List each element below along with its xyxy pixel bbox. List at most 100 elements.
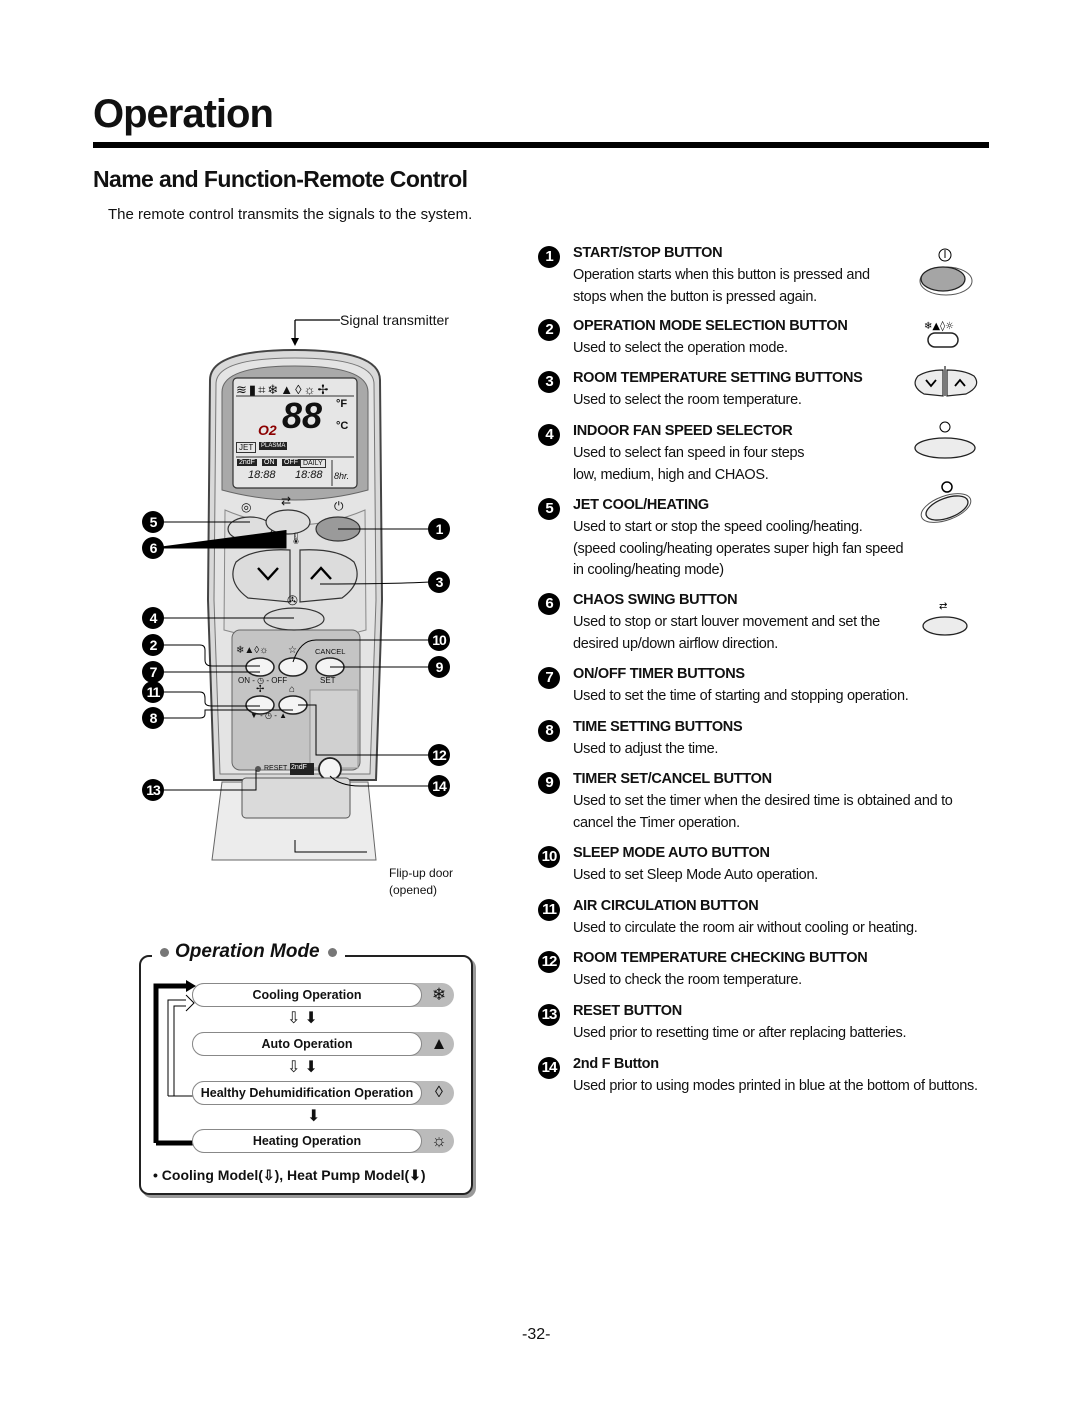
item-description: Used prior to using modes printed in blu… [573, 1078, 978, 1094]
item-description: Operation starts when this button is pre… [573, 267, 870, 305]
auto-icon: ▲ [430, 1034, 448, 1053]
lcd-plasma: PLASMA [259, 442, 288, 450]
lcd-unit-c: °C [336, 420, 349, 432]
callout-7: 7 [142, 661, 164, 683]
swing-icon: ⇄ [281, 494, 292, 508]
item-description: Used to set the time of starting and sto… [573, 688, 909, 704]
power-button-icon [919, 248, 973, 296]
callout-5: 5 [142, 511, 164, 533]
item-number: 11 [538, 899, 560, 921]
lcd-on-time: 18:88 [248, 469, 276, 481]
fan-speed-button[interactable] [264, 608, 324, 630]
room-temp-check-button[interactable] [279, 696, 307, 714]
lcd-on: ON [262, 459, 277, 466]
mode-selection-button[interactable] [246, 658, 274, 676]
lcd-jet: JET [236, 442, 257, 453]
item-number: 12 [538, 951, 560, 973]
item-number: 13 [538, 1004, 560, 1026]
callout-6: 6 [142, 537, 164, 559]
item-number: 2 [538, 319, 560, 341]
temp-down-button[interactable] [232, 550, 290, 602]
item-number: 4 [538, 424, 560, 446]
lcd-off-time: 18:88 [295, 469, 323, 481]
item-number: 1 [538, 246, 560, 268]
item-heading: SLEEP MODE AUTO BUTTON [573, 845, 770, 861]
item-description: Used to circulate the room air without c… [573, 920, 918, 936]
callout-11: 11 [142, 681, 164, 703]
mode-icons-label: ❄▲◊☼ [236, 645, 269, 656]
item-heading: ROOM TEMPERATURE CHECKING BUTTON [573, 950, 868, 966]
svg-text:⇄: ⇄ [939, 601, 947, 612]
item-description: Used to set the timer when the desired t… [573, 793, 953, 831]
reset-label: RESET [264, 765, 288, 772]
mode-auto: Auto Operation ▲ [192, 1032, 454, 1056]
item-description: Used to set Sleep Mode Auto operation. [573, 867, 818, 883]
page-title: Operation [93, 92, 274, 136]
timer-set-cancel-button[interactable] [316, 658, 344, 676]
swing-button-icon: ⇄ [922, 601, 968, 636]
item-heading: START/STOP BUTTON [573, 245, 723, 261]
callout-1: 1 [428, 518, 450, 540]
callout-13: 13 [142, 779, 164, 801]
item-number: 14 [538, 1057, 560, 1079]
item-description: Used to adjust the time. [573, 741, 719, 757]
bullet-icon [160, 948, 169, 957]
fan-button-icon [914, 421, 976, 459]
lcd-off: OFF [282, 459, 300, 466]
callout-14: 14 [428, 775, 450, 797]
item-number: 10 [538, 846, 560, 868]
battery-icon: ▮ [248, 382, 259, 397]
air-circulation-button[interactable] [246, 696, 274, 714]
air-purify-icon: ⌗ [258, 382, 268, 397]
item-heading: ON/OFF TIMER BUTTONS [573, 666, 745, 682]
lcd-temperature: 88 [282, 395, 323, 436]
mode-transition-arrows: ⇩⬇ [287, 1010, 322, 1027]
lcd-o2: O2 [258, 422, 277, 438]
set-label: SET [320, 676, 336, 685]
item-number: 3 [538, 371, 560, 393]
mode-dehumidification: Healthy Dehumidification Operation ◊ [192, 1081, 454, 1105]
item-description: Used to check the room temperature. [573, 972, 802, 988]
item-description: Used to select the room temperature. [573, 392, 802, 408]
mode-cycle-arrows [153, 980, 196, 1146]
jet-icon: ◎ [241, 500, 252, 514]
temp-up-down-icon [914, 366, 978, 397]
cancel-label: CANCEL [315, 647, 346, 656]
lcd-unit-f: °F [336, 398, 348, 410]
power-icon: ⏻ [334, 499, 344, 513]
sleep-icon: ☆ [288, 645, 297, 656]
item-heading: JET COOL/HEATING [573, 497, 709, 513]
signal-icon: ≋ [236, 382, 249, 397]
lcd-sleep-hours: 8hr. [334, 471, 350, 481]
start-stop-button[interactable] [316, 517, 360, 541]
item-heading: CHAOS SWING BUTTON [573, 592, 738, 608]
item-heading: 2nd F Button [573, 1056, 659, 1072]
droplet-icon: ◊ [435, 1084, 443, 1101]
item-number: 6 [538, 593, 560, 615]
chaos-swing-button[interactable] [266, 510, 310, 534]
air-circulation-icon: ✢ [256, 684, 265, 695]
section-title: Name and Function-Remote Control [93, 166, 468, 192]
mode-heating: Heating Operation ☼ [192, 1129, 454, 1153]
item-heading: AIR CIRCULATION BUTTON [573, 898, 759, 914]
item-number: 5 [538, 498, 560, 520]
temp-up-button[interactable] [300, 550, 358, 602]
flip-door-label: Flip-up door [389, 866, 454, 880]
item-heading: INDOOR FAN SPEED SELECTOR [573, 423, 793, 439]
reset-button[interactable] [254, 765, 262, 773]
sun-icon: ☼ [431, 1131, 447, 1150]
item-description: Used to select the operation mode. [573, 340, 788, 356]
callout-3: 3 [428, 571, 450, 593]
callout-8: 8 [142, 707, 164, 729]
page-number: -32- [522, 1326, 551, 1343]
item-description: Used to stop or start louver movement an… [573, 614, 880, 652]
item-number: 9 [538, 772, 560, 794]
operation-mode-title: Operation Mode [152, 941, 345, 963]
callout-4: 4 [142, 607, 164, 629]
sleep-mode-button[interactable] [279, 658, 307, 676]
second-f-button[interactable] [319, 758, 341, 780]
flip-door-label-2: (opened) [389, 883, 438, 897]
room-temp-icon: ⌂ [289, 684, 296, 695]
item-description: Used prior to resetting time or after re… [573, 1025, 907, 1041]
svg-text:❄▲◊☼: ❄▲◊☼ [924, 320, 954, 332]
